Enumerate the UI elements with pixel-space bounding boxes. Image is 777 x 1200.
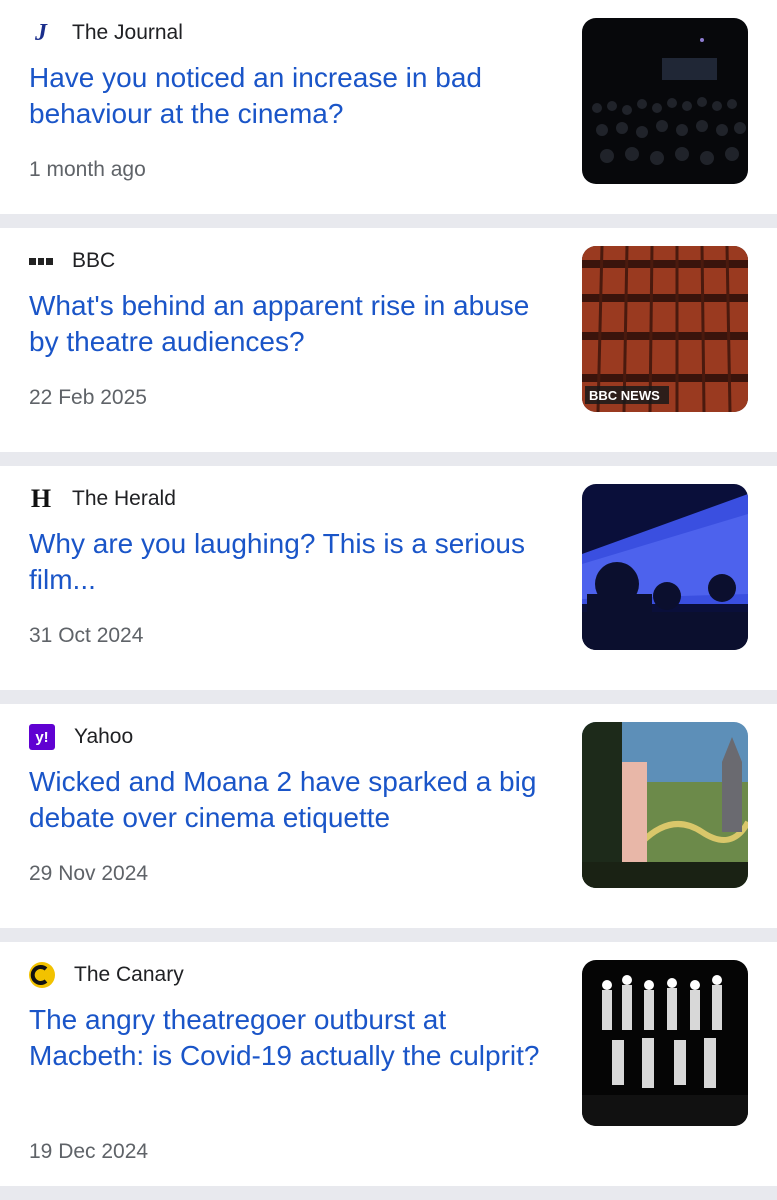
article-thumbnail[interactable] — [582, 722, 748, 888]
headline-link[interactable]: Wicked and Moana 2 have sparked a big de… — [29, 764, 554, 836]
article-thumbnail[interactable] — [582, 18, 748, 184]
news-source: J The Journal — [29, 20, 183, 46]
bbc-news-caption: BBC NEWS — [589, 388, 660, 403]
news-card[interactable]: The Canary The angry theatregoer outburs… — [0, 942, 777, 1200]
news-card[interactable]: H The Herald Why are you laughing? This … — [0, 466, 777, 704]
headline-link[interactable]: What's behind an apparent rise in abuse … — [29, 288, 554, 360]
headline-link[interactable]: The angry theatregoer outburst at Macbet… — [29, 1002, 554, 1074]
source-name: The Canary — [74, 963, 184, 986]
news-source: y! Yahoo — [29, 724, 133, 750]
news-card[interactable]: BBC What's behind an apparent rise in ab… — [0, 228, 777, 466]
bbc-logo-icon — [29, 249, 54, 273]
source-name: BBC — [72, 249, 116, 272]
news-source: H The Herald — [29, 484, 176, 513]
publish-date: 19 Dec 2024 — [29, 1140, 149, 1163]
publish-date: 22 Feb 2025 — [29, 386, 147, 409]
source-name: The Journal — [72, 21, 183, 44]
yahoo-logo-icon: y! — [29, 724, 55, 750]
article-thumbnail[interactable]: BBC NEWS — [582, 246, 748, 412]
publish-date: 1 month ago — [29, 158, 146, 181]
journal-logo-icon: J — [35, 19, 47, 46]
article-thumbnail[interactable] — [582, 484, 748, 650]
news-source: BBC — [29, 248, 115, 274]
source-name: Yahoo — [74, 725, 134, 748]
article-thumbnail[interactable] — [582, 960, 748, 1126]
news-card[interactable]: y! Yahoo Wicked and Moana 2 have sparked… — [0, 704, 777, 942]
herald-logo-icon: H — [30, 484, 52, 513]
headline-link[interactable]: Why are you laughing? This is a serious … — [29, 526, 554, 598]
news-feed: J The Journal Have you noticed an increa… — [0, 0, 777, 1200]
headline-link[interactable]: Have you noticed an increase in bad beha… — [29, 60, 554, 132]
news-card[interactable]: J The Journal Have you noticed an increa… — [0, 0, 777, 228]
publish-date: 31 Oct 2024 — [29, 624, 144, 647]
canary-logo-icon — [29, 962, 55, 988]
source-name: The Herald — [72, 487, 176, 510]
news-source: The Canary — [29, 962, 184, 988]
publish-date: 29 Nov 2024 — [29, 862, 149, 885]
